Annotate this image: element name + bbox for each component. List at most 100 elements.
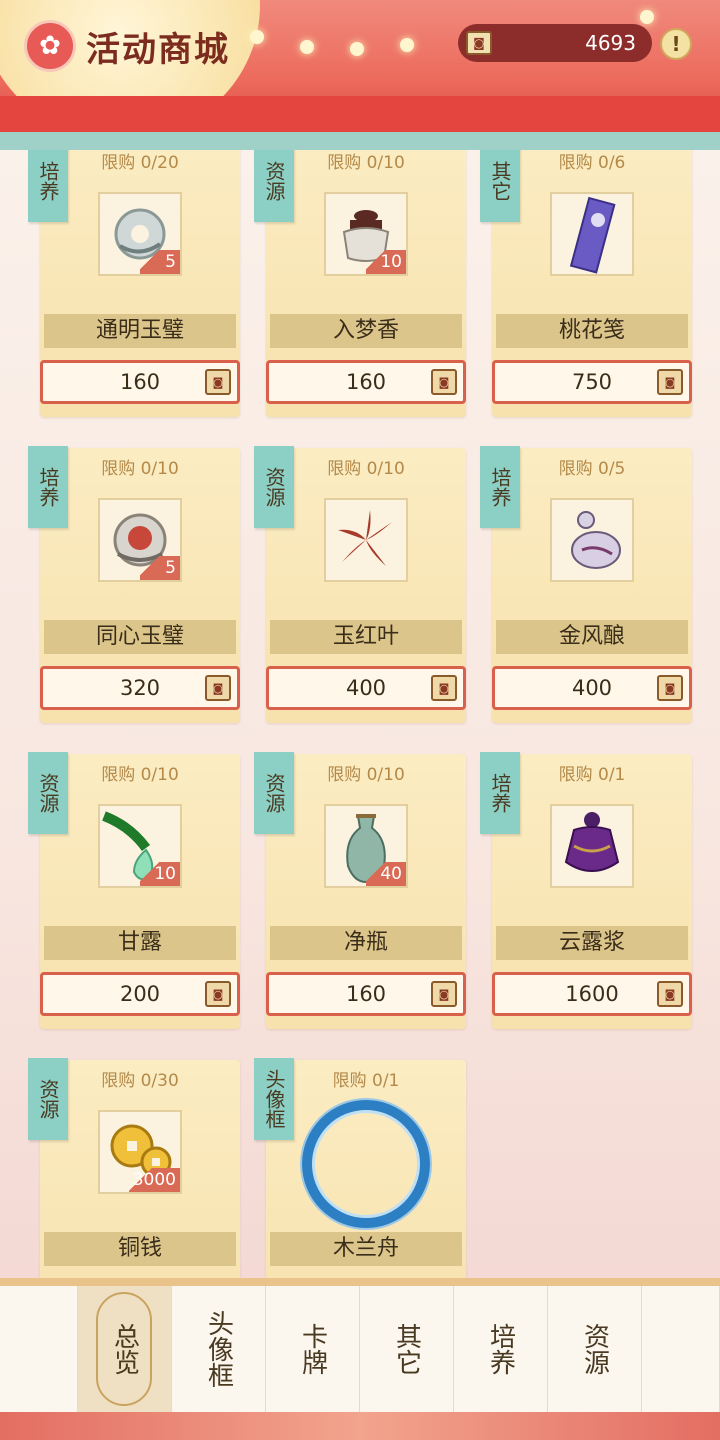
price-button[interactable]: 160 ◙ xyxy=(266,972,466,1016)
purchase-limit: 限购 0/6 xyxy=(558,153,626,173)
tab-label: 卡牌 xyxy=(297,1323,328,1375)
price-button[interactable]: 160 ◙ xyxy=(266,360,466,404)
item-name: 通明玉璧 xyxy=(44,314,236,348)
category-tag: 资源 xyxy=(28,1058,68,1140)
purchase-limit: 限购 0/10 xyxy=(327,765,405,785)
tab-cards[interactable]: 卡牌 xyxy=(266,1286,360,1412)
bottom-strip xyxy=(0,1278,720,1286)
category-tag: 资源 xyxy=(254,446,294,528)
price-button[interactable]: 160 ◙ xyxy=(40,360,240,404)
price-button[interactable]: 400 ◙ xyxy=(492,666,692,710)
item-card[interactable]: 限购 0/1 云露浆 1600 ◙ 培养 xyxy=(480,752,692,1029)
purchase-limit: 限购 0/10 xyxy=(327,459,405,479)
info-button[interactable]: ! xyxy=(660,28,692,60)
currency-display: ◙ 4693 xyxy=(458,24,652,62)
category-tag: 培养 xyxy=(28,150,68,222)
light-dot xyxy=(400,38,414,52)
tab-avatar-frame[interactable]: 头像框 xyxy=(172,1286,266,1412)
item-thumbnail: 10 xyxy=(98,804,182,888)
price-value: 1600 xyxy=(565,982,619,1006)
category-tag: 培养 xyxy=(28,446,68,528)
light-dot xyxy=(350,42,364,56)
item-name: 金风酿 xyxy=(496,620,688,654)
purchase-limit: 限购 0/1 xyxy=(332,1071,400,1091)
price-button[interactable]: 750 ◙ xyxy=(492,360,692,404)
price-value: 160 xyxy=(345,370,387,394)
light-dot xyxy=(640,10,654,24)
bottom-base xyxy=(0,1412,720,1440)
bottom-bar: 总览 头像框 卡牌 其它 培养 资源 xyxy=(0,1278,720,1440)
tab-label: 头像框 xyxy=(203,1310,234,1388)
tab-label: 资源 xyxy=(579,1323,610,1375)
category-tag: 培养 xyxy=(480,752,520,834)
price-button[interactable]: 1600 ◙ xyxy=(492,972,692,1016)
tab-label: 培养 xyxy=(485,1323,516,1375)
tab-cultivation[interactable]: 培养 xyxy=(454,1286,548,1412)
item-quantity: 40 xyxy=(366,862,406,886)
item-name: 木兰舟 xyxy=(270,1232,462,1266)
price-button[interactable]: 320 ◙ xyxy=(40,666,240,710)
item-quantity: 5 xyxy=(140,556,180,580)
item-thumbnail: 5 xyxy=(98,498,182,582)
item-name: 同心玉璧 xyxy=(44,620,236,654)
back-button[interactable]: ✿ xyxy=(24,20,76,72)
ticket-icon: ◙ xyxy=(205,675,231,701)
ticket-icon: ◙ xyxy=(431,981,457,1007)
price-value: 160 xyxy=(119,370,161,394)
ticket-icon: ◙ xyxy=(466,31,492,55)
purchase-limit: 限购 0/5 xyxy=(558,459,626,479)
header-strip xyxy=(0,132,720,150)
ticket-icon: ◙ xyxy=(657,369,683,395)
item-card[interactable]: 限购 0/10 10 入梦香 160 ◙ 资源 xyxy=(254,150,466,417)
header-band xyxy=(0,96,720,136)
item-thumbnail xyxy=(550,498,634,582)
item-card[interactable]: 限购 0/1 木兰舟 头像框 xyxy=(254,1058,466,1278)
item-thumbnail: 40 xyxy=(324,804,408,888)
category-tag: 培养 xyxy=(480,446,520,528)
tab-other[interactable]: 其它 xyxy=(360,1286,454,1412)
category-nav: 总览 头像框 卡牌 其它 培养 资源 xyxy=(0,1286,720,1412)
purchase-limit: 限购 0/10 xyxy=(327,153,405,173)
price-button[interactable]: 400 ◙ xyxy=(266,666,466,710)
nav-edge-left xyxy=(0,1286,78,1412)
item-name: 入梦香 xyxy=(270,314,462,348)
item-card[interactable]: 限购 0/5 金风酿 400 ◙ 培养 xyxy=(480,446,692,723)
tab-overview[interactable]: 总览 xyxy=(78,1286,172,1412)
ticket-icon: ◙ xyxy=(205,981,231,1007)
price-value: 400 xyxy=(345,676,387,700)
nav-edge-right xyxy=(642,1286,720,1412)
category-tag: 其它 xyxy=(480,150,520,222)
item-name: 云露浆 xyxy=(496,926,688,960)
item-thumbnail: 3000 xyxy=(98,1110,182,1194)
item-thumbnail xyxy=(550,804,634,888)
item-card[interactable]: 限购 0/6 桃花笺 750 ◙ 其它 xyxy=(480,150,692,417)
light-dot xyxy=(300,40,314,54)
item-name: 玉红叶 xyxy=(270,620,462,654)
item-quantity: 5 xyxy=(140,250,180,274)
item-quantity: 10 xyxy=(140,862,180,886)
item-grid[interactable]: 限购 0/20 5 通明玉璧 160 ◙ 培养 限购 0/10 10 入梦香 160 ◙ 资源 限购 0… xyxy=(0,150,720,1278)
item-card[interactable]: 限购 0/10 5 同心玉璧 320 ◙ 培养 xyxy=(28,446,240,723)
item-card[interactable]: 限购 0/10 40 净瓶 160 ◙ 资源 xyxy=(254,752,466,1029)
ticket-icon: ◙ xyxy=(431,675,457,701)
page-title: 活动商城 xyxy=(86,30,230,70)
item-card[interactable]: 限购 0/10 玉红叶 400 ◙ 资源 xyxy=(254,446,466,723)
item-thumbnail: 5 xyxy=(98,192,182,276)
item-card[interactable]: 限购 0/10 10 甘露 200 ◙ 资源 xyxy=(28,752,240,1029)
ticket-icon: ◙ xyxy=(431,369,457,395)
item-name: 桃花笺 xyxy=(496,314,688,348)
item-thumbnail xyxy=(324,498,408,582)
ticket-icon: ◙ xyxy=(205,369,231,395)
item-card[interactable]: 限购 0/30 3000 铜钱 资源 xyxy=(28,1058,240,1278)
price-value: 320 xyxy=(119,676,161,700)
purchase-limit: 限购 0/30 xyxy=(101,1071,179,1091)
price-value: 200 xyxy=(119,982,161,1006)
purchase-limit: 限购 0/10 xyxy=(101,765,179,785)
item-quantity: 10 xyxy=(366,250,406,274)
tab-resources[interactable]: 资源 xyxy=(548,1286,642,1412)
price-button[interactable]: 200 ◙ xyxy=(40,972,240,1016)
category-tag: 资源 xyxy=(254,752,294,834)
item-card[interactable]: 限购 0/20 5 通明玉璧 160 ◙ 培养 xyxy=(28,150,240,417)
price-value: 400 xyxy=(571,676,613,700)
price-value: 750 xyxy=(571,370,613,394)
